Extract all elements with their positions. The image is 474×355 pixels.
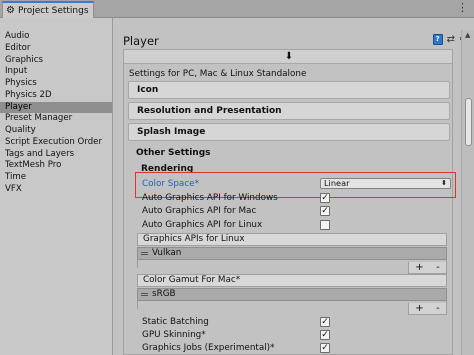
- inspector-scrollbar[interactable]: ▲: [461, 30, 474, 355]
- preset-icon[interactable]: ⇄: [447, 34, 455, 45]
- auto-graphics-api-windows-label: Auto Graphics API for Windows: [142, 193, 278, 203]
- tab-title: Project Settings: [17, 5, 89, 16]
- static-batching-label: Static Batching: [142, 317, 209, 327]
- list-body: [137, 260, 447, 268]
- window-titlebar: ⚙ Project Settings ⋮: [0, 0, 474, 18]
- sidebar-item-input[interactable]: Input: [0, 66, 112, 78]
- drag-handle-icon[interactable]: [141, 293, 148, 296]
- list-item-vulkan[interactable]: Vulkan: [137, 247, 447, 260]
- list-item-srgb[interactable]: sRGB: [137, 288, 447, 301]
- platform-label: Settings for PC, Mac & Linux Standalone: [129, 69, 307, 79]
- auto-graphics-api-mac-label: Auto Graphics API for Mac: [142, 206, 257, 216]
- sidebar-item-audio[interactable]: Audio: [0, 31, 112, 43]
- section-splash-image[interactable]: Splash Image: [128, 123, 450, 141]
- platform-tab-strip[interactable]: ⬇: [124, 50, 452, 64]
- sidebar-item-physics-2d[interactable]: Physics 2D: [0, 90, 112, 102]
- project-settings-tab[interactable]: ⚙ Project Settings: [2, 1, 94, 18]
- auto-graphics-api-linux-checkbox[interactable]: [320, 220, 330, 230]
- sidebar-item-preset-manager[interactable]: Preset Manager: [0, 113, 112, 125]
- list-item-label: Vulkan: [152, 248, 182, 258]
- auto-graphics-api-windows-checkbox[interactable]: ✓: [320, 193, 330, 203]
- sidebar-item-quality[interactable]: Quality: [0, 125, 112, 137]
- section-label: Icon: [137, 85, 159, 95]
- list-footer-color-gamut: + -: [408, 303, 447, 315]
- gear-icon: ⚙: [6, 4, 15, 16]
- page-title: Player: [123, 34, 159, 48]
- add-icon[interactable]: +: [415, 303, 423, 314]
- scrollbar-thumb[interactable]: [465, 98, 472, 146]
- gpu-skinning-checkbox[interactable]: ✓: [320, 330, 330, 340]
- section-label: Resolution and Presentation: [137, 106, 282, 116]
- panel-header: Player ? ⇄ ⚙: [114, 18, 474, 48]
- graphics-jobs-label: Graphics Jobs (Experimental)*: [142, 343, 275, 353]
- list-footer-graphics-apis: + -: [408, 262, 447, 274]
- sidebar-item-time[interactable]: Time: [0, 172, 112, 184]
- settings-sidebar: Audio Editor Graphics Input Physics Phys…: [0, 18, 113, 355]
- sidebar-item-graphics[interactable]: Graphics: [0, 55, 112, 67]
- add-icon[interactable]: +: [415, 262, 423, 273]
- remove-icon[interactable]: -: [436, 303, 440, 314]
- remove-icon[interactable]: -: [436, 262, 440, 273]
- download-arrow-icon: ⬇: [284, 51, 294, 62]
- help-book-icon[interactable]: ?: [432, 34, 443, 45]
- sidebar-item-player[interactable]: Player: [0, 101, 112, 114]
- sidebar-item-physics[interactable]: Physics: [0, 78, 112, 90]
- drag-handle-icon[interactable]: [141, 252, 148, 255]
- sidebar-item-tags-and-layers[interactable]: Tags and Layers: [0, 149, 112, 161]
- list-body: [137, 301, 447, 309]
- sidebar-item-textmesh-pro[interactable]: TextMesh Pro: [0, 160, 112, 172]
- graphics-apis-linux-header: Graphics APIs for Linux: [137, 233, 447, 246]
- section-resolution-and-presentation[interactable]: Resolution and Presentation: [128, 102, 450, 120]
- static-batching-checkbox[interactable]: ✓: [320, 317, 330, 327]
- section-icon[interactable]: Icon: [128, 81, 450, 99]
- auto-graphics-api-mac-checkbox[interactable]: ✓: [320, 206, 330, 216]
- gpu-skinning-label: GPU Skinning*: [142, 330, 206, 340]
- other-settings-title[interactable]: Other Settings: [136, 148, 211, 158]
- color-gamut-mac-header: Color Gamut For Mac*: [137, 274, 447, 287]
- graphics-jobs-checkbox[interactable]: ✓: [320, 343, 330, 353]
- list-item-label: sRGB: [152, 289, 176, 299]
- sidebar-item-vfx[interactable]: VFX: [0, 184, 112, 196]
- auto-graphics-api-linux-label: Auto Graphics API for Linux: [142, 220, 263, 230]
- sidebar-item-editor[interactable]: Editor: [0, 43, 112, 55]
- section-label: Splash Image: [137, 127, 206, 137]
- sidebar-item-script-execution-order[interactable]: Script Execution Order: [0, 137, 112, 149]
- scroll-up-arrow-icon[interactable]: ▲: [465, 32, 470, 39]
- kebab-menu-icon[interactable]: ⋮: [457, 2, 468, 13]
